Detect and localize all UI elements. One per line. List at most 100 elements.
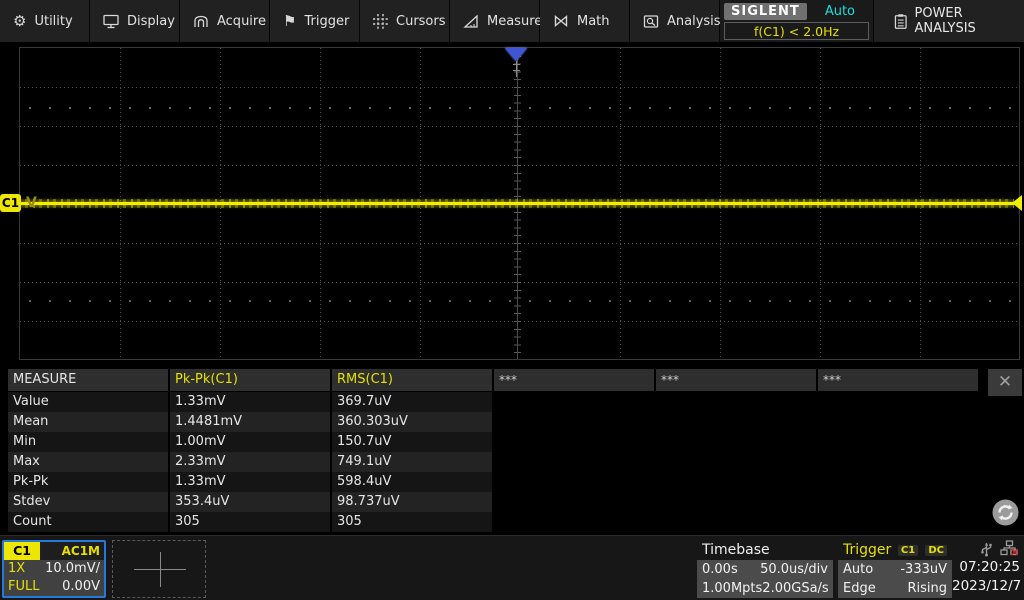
menu-trigger[interactable]: ⚑ Trigger [270, 0, 360, 42]
menu-label: Analysis [667, 14, 721, 29]
cell-value: 353.4uV [170, 492, 330, 512]
arch-icon [193, 14, 209, 29]
trigger-level: -333uV [900, 560, 947, 579]
timebase-title: Timebase [702, 540, 770, 560]
lan-disconnected-icon: ✕ [1000, 540, 1019, 557]
channel1-coupling: AC1M [62, 544, 104, 558]
minor-tick-row [29, 300, 1019, 302]
trigger-slope: Rising [907, 579, 947, 598]
measure-col-rms[interactable]: RMS(C1) [332, 369, 492, 391]
brand-block: SIGLENT Auto f(C1) < 2.0Hz [720, 0, 874, 42]
bowtie-icon [553, 14, 569, 28]
add-channel-placeholder[interactable] [112, 540, 206, 598]
channel1-badge: C1 [4, 542, 40, 560]
oscilloscope-screen: ⚙ Utility Display Acquire ⚑ Trigger [0, 0, 1024, 600]
row-label: Min [8, 432, 168, 452]
bottom-status-bar: C1 AC1M 1X 10.0mV/ FULL 0.00V Timebase [0, 535, 1024, 600]
menu-analysis[interactable]: Analysis [630, 0, 720, 42]
crosshair-icon [160, 552, 161, 587]
cell-value: 598.4uV [332, 472, 492, 492]
cell-value: 2.33mV [170, 452, 330, 472]
waveform-display[interactable]: C1 V [0, 42, 1024, 368]
menu-label: Acquire [217, 14, 266, 29]
c1-offset-marker[interactable]: C1 [0, 194, 21, 212]
c1-unit-marker: V [26, 194, 37, 212]
cell-value: 749.1uV [332, 452, 492, 472]
timebase-delay: 0.00s [702, 560, 738, 579]
cell-value: 98.737uV [332, 492, 492, 512]
menu-label: Utility [34, 14, 72, 29]
menu-measure[interactable]: Measure [450, 0, 540, 42]
ruler-icon [463, 14, 479, 29]
cell-value: 1.33mV [170, 392, 330, 412]
cell-value: 1.4481mV [170, 412, 330, 432]
c1-trace[interactable] [19, 202, 1014, 205]
trigger-source-badge: C1 [898, 545, 918, 556]
trigger-coupling-badge: DC [925, 545, 947, 556]
row-label: Pk-Pk [8, 472, 168, 492]
channel1-attenuation: 1X [8, 560, 25, 578]
gear-icon: ⚙ [13, 14, 26, 29]
trigger-descriptor[interactable]: Trigger C1 DC Auto -333uV Edge Rising [838, 540, 952, 598]
trigger-position-indicator[interactable] [505, 48, 527, 61]
clock-time: 07:20:25 [952, 558, 1022, 577]
frequency-counter-readout: f(C1) < 2.0Hz [724, 22, 869, 40]
close-icon[interactable]: ✕ [988, 369, 1022, 396]
menu-bar: ⚙ Utility Display Acquire ⚑ Trigger [0, 0, 1024, 42]
measure-col-empty[interactable]: *** [656, 369, 816, 391]
table-row: Stdev 353.4uV 98.737uV [8, 492, 492, 512]
channel1-bandwidth: FULL [8, 578, 39, 596]
gesture-rotate-button[interactable] [992, 499, 1019, 526]
menu-label: Trigger [304, 14, 349, 29]
row-label: Count [8, 512, 168, 532]
trigger-title: Trigger [843, 540, 891, 560]
timebase-samplerate: 2.00GSa/s [762, 579, 828, 598]
menu-label: Measure [487, 14, 542, 29]
grid-icon [373, 14, 388, 29]
trigger-mode: Auto [843, 560, 873, 579]
table-row: Pk-Pk 1.33mV 598.4uV [8, 472, 492, 492]
minor-tick-row [29, 107, 1019, 109]
row-label: Value [8, 392, 168, 412]
cell-value: 1.33mV [170, 472, 330, 492]
timebase-memory: 1.00Mpts [702, 579, 762, 598]
trigger-type: Edge [843, 579, 876, 598]
measure-col-empty[interactable]: *** [494, 369, 654, 391]
cell-value: 1.00mV [170, 432, 330, 452]
menu-display[interactable]: Display [90, 0, 180, 42]
cell-value: 305 [332, 512, 492, 532]
trigger-position-stem [516, 61, 517, 77]
menu-label: Display [127, 14, 175, 29]
usb-icon [979, 540, 994, 557]
menu-math[interactable]: Math [540, 0, 630, 42]
table-row: Value 1.33mV 369.7uV [8, 392, 492, 412]
clock-date: 2023/12/7 [952, 577, 1022, 596]
power-analysis-label: POWER ANALYSIS [915, 6, 1024, 36]
cell-value: 369.7uV [332, 392, 492, 412]
measure-header-row: MEASURE Pk-Pk(C1) RMS(C1) *** *** *** [8, 369, 978, 391]
measure-col-pkpk[interactable]: Pk-Pk(C1) [170, 369, 330, 391]
trigger-level-arrow[interactable] [1012, 195, 1022, 211]
row-label: Mean [8, 412, 168, 432]
menu-acquire[interactable]: Acquire [180, 0, 270, 42]
rotate-icon [992, 499, 1019, 526]
acquisition-mode-badge: Auto [825, 4, 855, 19]
channel1-offset: 0.00V [62, 578, 100, 596]
table-row: Max 2.33mV 749.1uV [8, 452, 492, 472]
cell-value: 360.303uV [332, 412, 492, 432]
menu-cursors[interactable]: Cursors [360, 0, 450, 42]
table-row: Min 1.00mV 150.7uV [8, 432, 492, 452]
cell-value: 305 [170, 512, 330, 532]
table-row: Count 305 305 [8, 512, 492, 532]
cell-value: 150.7uV [332, 432, 492, 452]
svg-text:✕: ✕ [1010, 545, 1020, 557]
menu-utility[interactable]: ⚙ Utility [0, 0, 90, 42]
menu-power-analysis[interactable]: POWER ANALYSIS [874, 0, 1024, 42]
timebase-descriptor[interactable]: Timebase 0.00s 50.0us/div 1.00Mpts 2.00G… [697, 540, 833, 598]
channel1-descriptor[interactable]: C1 AC1M 1X 10.0mV/ FULL 0.00V [2, 540, 106, 598]
measure-col-empty[interactable]: *** [818, 369, 978, 391]
siglent-logo: SIGLENT [724, 3, 807, 20]
system-status: ✕ 07:20:25 2023/12/7 [952, 538, 1022, 598]
measure-title: MEASURE [8, 369, 168, 391]
flag-icon: ⚑ [283, 14, 296, 29]
